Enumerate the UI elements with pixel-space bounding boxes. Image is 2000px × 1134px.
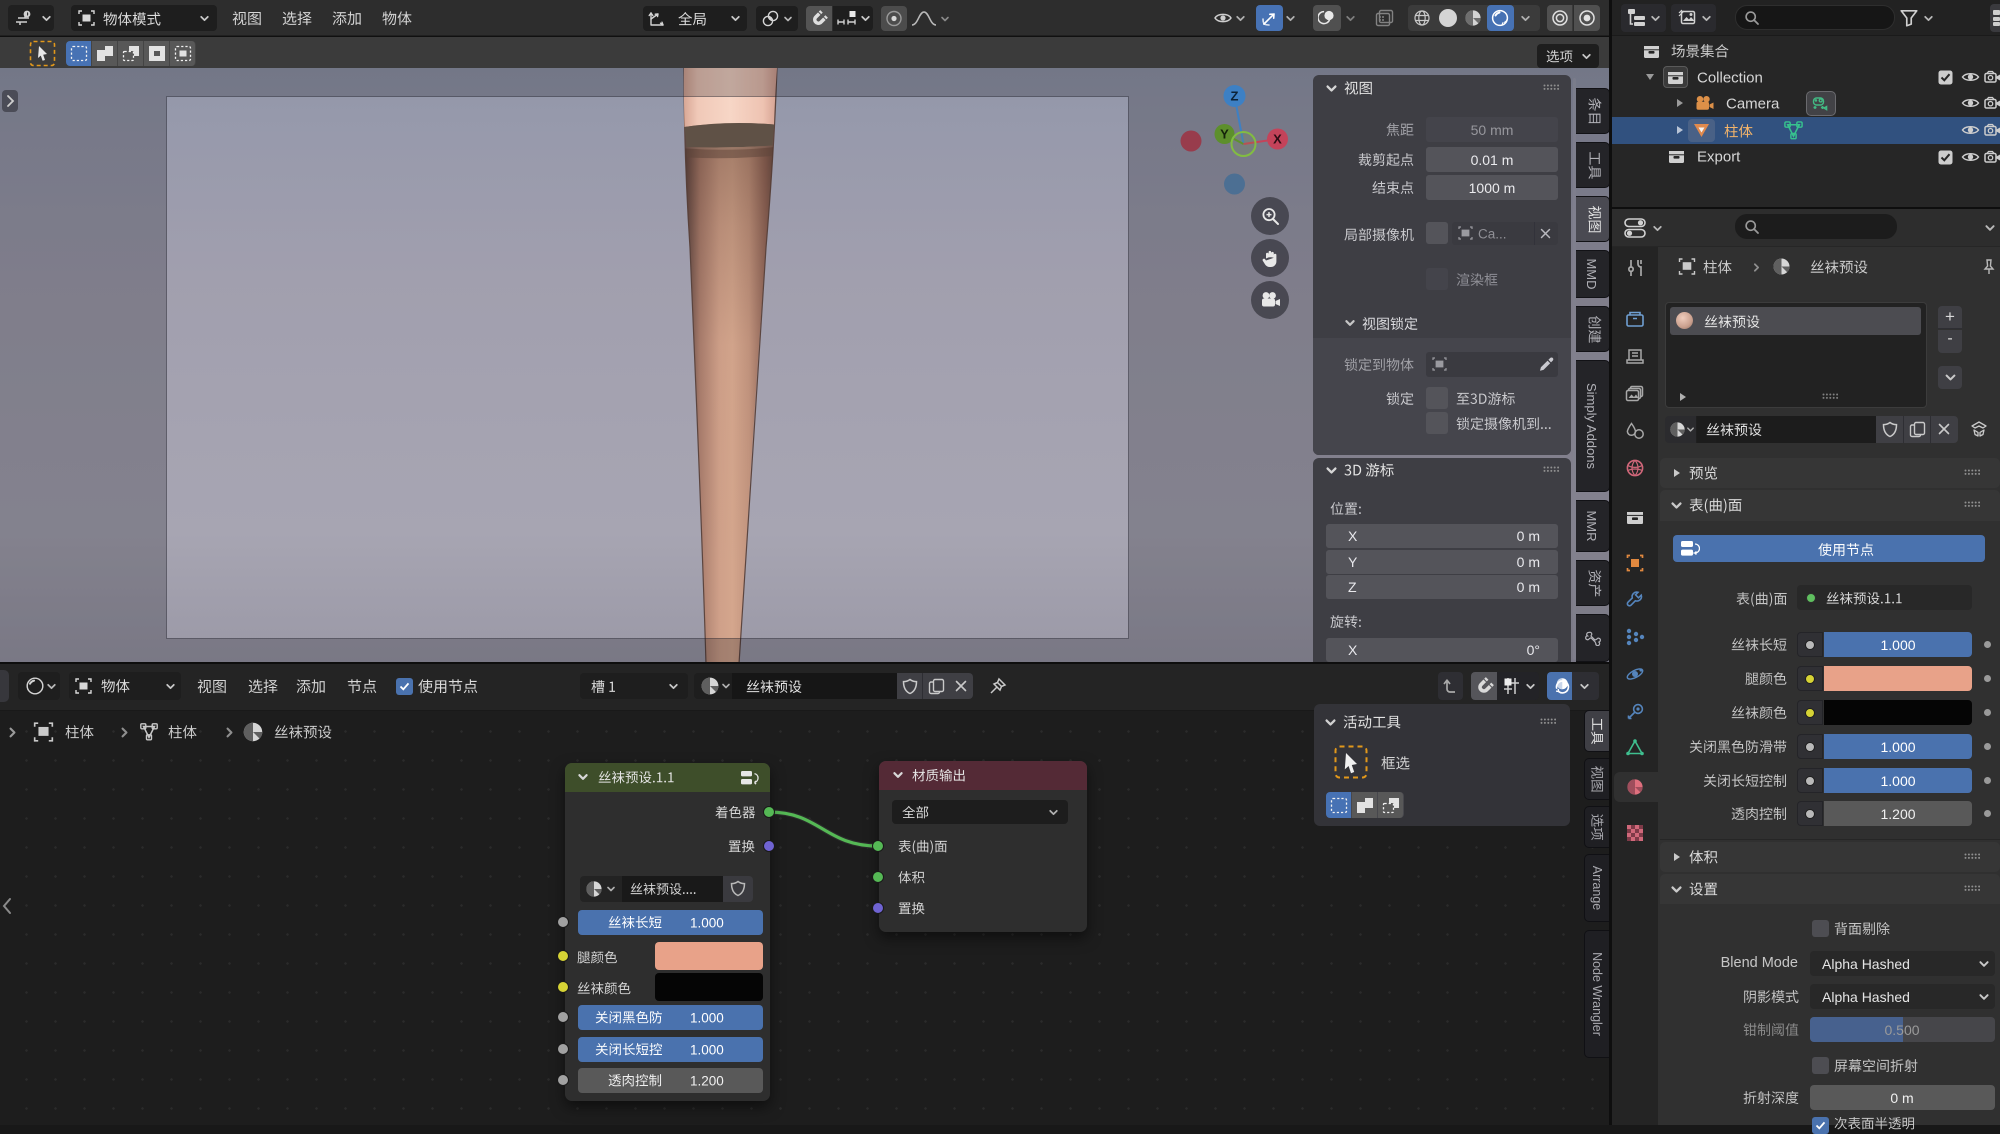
svg-text:Y: Y <box>1220 127 1229 142</box>
svg-text:X: X <box>1273 132 1282 147</box>
svg-text:Z: Z <box>1231 89 1239 104</box>
